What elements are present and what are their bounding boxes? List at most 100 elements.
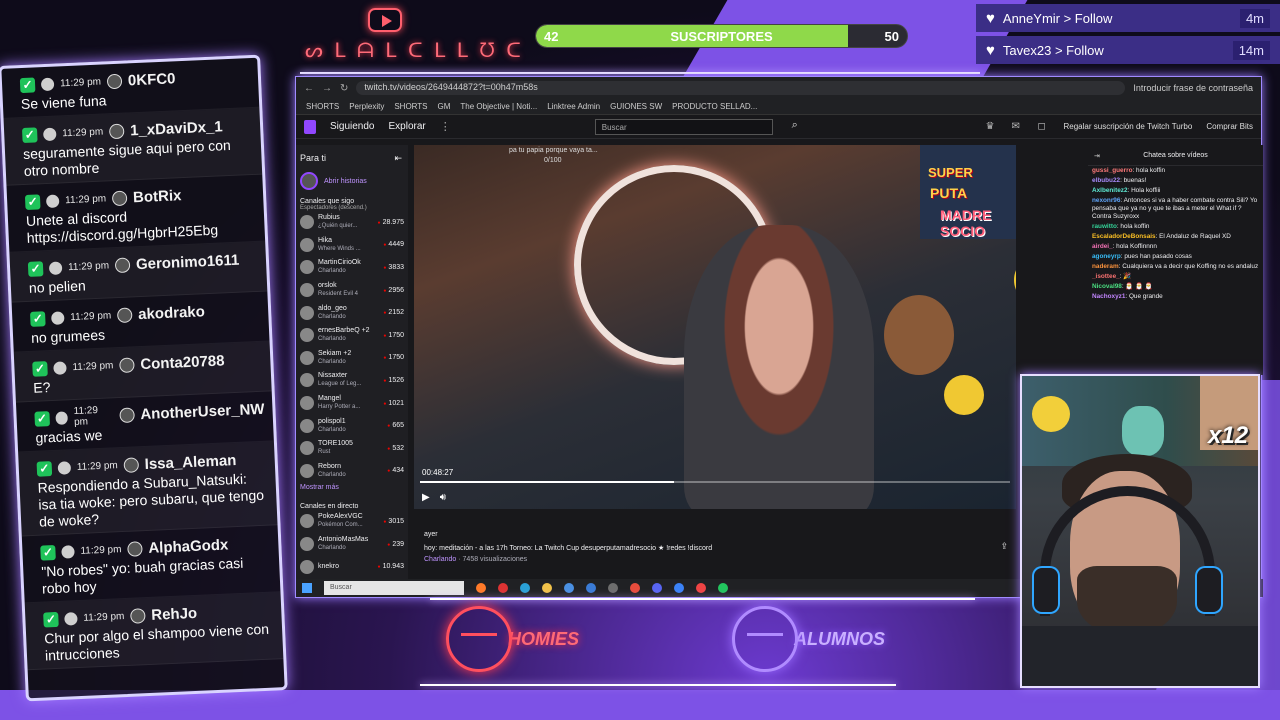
category-link[interactable]: Charlando bbox=[424, 556, 456, 563]
follow-alert: ♥ AnneYmir > Follow 4m bbox=[976, 4, 1280, 32]
sidebar-channel[interactable]: polispol1Charlando 665 bbox=[296, 414, 408, 437]
video-player[interactable]: pa tu papia porque vaya ta... 0/100 SUPE… bbox=[414, 145, 1016, 509]
password-hint[interactable]: Introducir frase de contraseña bbox=[1133, 83, 1253, 93]
chat-username[interactable]: BotRix bbox=[133, 187, 182, 206]
share-icon[interactable]: ⇪ bbox=[1000, 541, 1008, 552]
sidebar-channel[interactable]: MangelHarry Potter a... 1021 bbox=[296, 392, 408, 415]
avatar bbox=[300, 441, 314, 456]
app-icon[interactable] bbox=[718, 583, 728, 593]
chat-username[interactable]: elbubu22 bbox=[1092, 177, 1120, 184]
chat-username[interactable]: airdei_ bbox=[1092, 243, 1113, 250]
collapse-chat-icon[interactable]: ⇥ bbox=[1094, 152, 1100, 160]
chat-username[interactable]: nexonr96 bbox=[1092, 197, 1120, 204]
sidebar-channel[interactable]: MartinCirioOkCharlando 3833 bbox=[296, 256, 408, 279]
chat-username[interactable]: RehJo bbox=[151, 604, 198, 623]
chat-username[interactable]: _isottee_ bbox=[1092, 273, 1120, 280]
brave-icon[interactable] bbox=[476, 583, 486, 593]
bookmark-item[interactable]: The Objective | Noti... bbox=[460, 102, 537, 111]
search-input[interactable]: Buscar bbox=[594, 118, 773, 135]
play-icon[interactable]: ▶ bbox=[422, 492, 430, 503]
back-icon[interactable]: ← bbox=[304, 83, 314, 94]
sidebar-channel[interactable]: NissaxterLeague of Leg... 1526 bbox=[296, 369, 408, 392]
more-icon[interactable]: ⋮ bbox=[440, 120, 451, 133]
buy-bits-button[interactable]: Comprar Bits bbox=[1206, 122, 1253, 131]
chat-username[interactable]: akodrako bbox=[138, 303, 205, 323]
bookmark-item[interactable]: SHORTS bbox=[306, 102, 339, 111]
bookmark-item[interactable]: Linktree Admin bbox=[547, 102, 600, 111]
windows-icon[interactable] bbox=[302, 583, 312, 593]
gift-sub-button[interactable]: Regalar suscripción de Twitch Turbo bbox=[1064, 122, 1193, 131]
taskbar-search[interactable]: Buscar bbox=[324, 581, 464, 595]
edge-icon[interactable] bbox=[520, 583, 530, 593]
bookmark-item[interactable]: SHORTS bbox=[394, 102, 427, 111]
chat-username[interactable]: Issa_Aleman bbox=[144, 452, 236, 473]
sidebar-channel[interactable]: Rubius¿Quién quier... 28.975 bbox=[296, 211, 408, 234]
chat-username[interactable]: Geronimo1611 bbox=[136, 251, 240, 272]
bookmark-item[interactable]: GM bbox=[438, 102, 451, 111]
app-icon[interactable] bbox=[674, 583, 684, 593]
chat-username[interactable]: agoneyrp bbox=[1092, 253, 1121, 260]
crown-icon[interactable]: ♛ bbox=[986, 121, 998, 133]
sidebar-channel[interactable]: orslokResident Evil 4 2956 bbox=[296, 279, 408, 302]
chat-username[interactable]: Nicoval98 bbox=[1092, 283, 1122, 290]
channel-list: Rubius¿Quién quier... 28.975 HikaWhere Win… bbox=[296, 211, 408, 482]
opera-icon[interactable] bbox=[498, 583, 508, 593]
follow-text: AnneYmir > Follow bbox=[1002, 10, 1113, 26]
sidebar-channel[interactable]: AntonioMasMasCharlando 239 bbox=[296, 533, 408, 556]
app-icon[interactable] bbox=[586, 583, 596, 593]
chat-username[interactable]: 0KFC0 bbox=[128, 70, 176, 89]
chat-username[interactable]: rauwitto bbox=[1092, 223, 1117, 230]
bookmark-item[interactable]: Perplexity bbox=[349, 102, 384, 111]
show-more-link[interactable]: Mostrar más bbox=[296, 482, 408, 499]
chat-username[interactable]: Nachoxyz1 bbox=[1092, 293, 1125, 300]
follow-time: 14m bbox=[1232, 40, 1270, 60]
volume-icon[interactable]: 🔊︎ bbox=[440, 492, 446, 503]
youtube-icon bbox=[368, 8, 402, 32]
chat-message: airdei_: hola Koffinnnn bbox=[1088, 242, 1263, 252]
pokeball-icon[interactable] bbox=[696, 583, 706, 593]
sidebar-channel[interactable]: RebornCharlando 434 bbox=[296, 460, 408, 483]
check-icon: ✓ bbox=[32, 360, 48, 377]
sidebar-channel[interactable]: HikaWhere Winds ... 4449 bbox=[296, 234, 408, 257]
collapse-icon[interactable]: ⇤ bbox=[394, 153, 402, 164]
nav-following[interactable]: Siguiendo bbox=[330, 121, 374, 132]
viewer-count: 2152 bbox=[383, 309, 404, 316]
chat-username[interactable]: AnotherUser_NW bbox=[140, 400, 265, 422]
app-icon[interactable] bbox=[608, 583, 618, 593]
reload-icon[interactable]: ↻ bbox=[340, 83, 348, 94]
inbox-icon[interactable]: ✉ bbox=[1012, 121, 1024, 133]
chat-username[interactable]: Axlbenitez2 bbox=[1092, 187, 1128, 194]
sidebar-channel[interactable]: PokeAlexVGCPokémon Com... 3015 bbox=[296, 510, 408, 533]
stories-button[interactable]: Abrir historias bbox=[296, 168, 408, 194]
sidebar-channel[interactable]: aldo_geoCharlando 2152 bbox=[296, 301, 408, 324]
twitch-logo-icon[interactable] bbox=[304, 119, 316, 134]
store-icon[interactable] bbox=[564, 583, 574, 593]
chat-username[interactable]: 1_xDaviDx_1 bbox=[130, 118, 223, 139]
overlay-chat[interactable]: ✓ 11:29 pm 0KFC0 Se viene funa ✓ 11:29 pm 1_xD… bbox=[0, 54, 288, 702]
sidebar-channel[interactable]: ernesBarbeQ +2Charlando 1750 bbox=[296, 324, 408, 347]
chat-username[interactable]: AlphaGodx bbox=[148, 536, 229, 556]
chat-username[interactable]: EscaladorDeBonsais bbox=[1092, 233, 1156, 240]
notifications-icon[interactable]: ◻ bbox=[1038, 121, 1050, 133]
chat-username[interactable]: Conta20788 bbox=[140, 352, 225, 373]
folder-icon[interactable] bbox=[542, 583, 552, 593]
search-icon[interactable]: ⌕ bbox=[787, 119, 803, 135]
url-field[interactable]: twitch.tv/videos/2649444872?t=00h47m58s bbox=[356, 81, 1126, 95]
discord-icon[interactable] bbox=[652, 583, 662, 593]
sidebar-channel[interactable]: Sekiam +2Charlando 1750 bbox=[296, 347, 408, 370]
chat-username[interactable]: naderam bbox=[1092, 263, 1119, 270]
sidebar-channel[interactable]: TORE1005Rust 532 bbox=[296, 437, 408, 460]
chrome-icon[interactable] bbox=[630, 583, 640, 593]
bookmark-item[interactable]: PRODUCTO SELLAD... bbox=[672, 102, 757, 111]
sidebar-channel[interactable]: knekro 10.943 bbox=[296, 555, 408, 578]
nav-browse[interactable]: Explorar bbox=[388, 121, 425, 132]
bookmark-item[interactable]: GUIONES SW bbox=[610, 102, 662, 111]
chat-text: : buenas! bbox=[1120, 177, 1147, 184]
chat-message: agoneyrp: pues han pasado cosas bbox=[1088, 252, 1263, 262]
streamer-video bbox=[684, 225, 874, 509]
chat-username[interactable]: gussi_guerro bbox=[1092, 167, 1133, 174]
chat-message: _isottee_: 🎉 bbox=[1088, 272, 1263, 282]
avatar bbox=[116, 306, 133, 323]
seek-bar[interactable] bbox=[420, 481, 1010, 483]
forward-icon[interactable]: → bbox=[322, 83, 332, 94]
